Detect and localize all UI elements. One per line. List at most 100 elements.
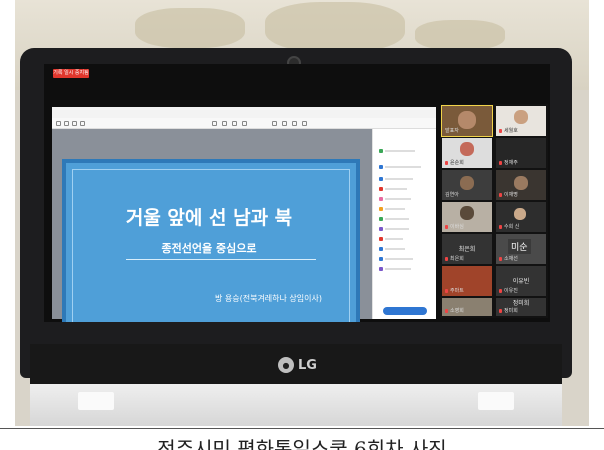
mic-muted-icon (499, 192, 502, 197)
panel-label (385, 207, 405, 210)
photo-caption: 전주시민 평화통일스쿨 6회차 사진 (157, 437, 447, 450)
comment-icon[interactable] (272, 121, 277, 126)
panel-item[interactable] (379, 215, 433, 222)
home-icon[interactable] (56, 121, 61, 126)
panel-item[interactable] (379, 185, 433, 192)
mic-muted-icon (499, 288, 502, 293)
laptop-screen: 기록 일시 중지됨 거울 앞에 선 남과 북 종전선언을 중심으로 방 용승(전… (44, 64, 550, 322)
mic-muted-icon (499, 160, 502, 165)
panel-item[interactable] (379, 265, 433, 272)
participant-tile[interactable]: 세월호 (496, 106, 546, 136)
participant-tile[interactable]: 최은희 최은희 (442, 234, 492, 264)
star-icon[interactable] (64, 121, 69, 126)
print-icon[interactable] (72, 121, 77, 126)
slide-title: 거울 앞에 선 남과 북 (125, 207, 293, 229)
participant-name: 이바심 (445, 223, 464, 230)
photo-frame: 기록 일시 중지됨 거울 앞에 선 남과 북 종전선언을 중심으로 방 용승(전… (0, 0, 604, 450)
panel-label (385, 177, 413, 180)
panel-label (385, 197, 411, 200)
draw-icon[interactable] (292, 121, 297, 126)
participant-video (460, 206, 474, 220)
tool-icon (379, 164, 383, 169)
panel-item[interactable] (379, 195, 433, 202)
panel-label (385, 187, 407, 190)
participant-name: 최은희 (458, 246, 476, 253)
panel-item[interactable] (379, 235, 433, 242)
tool-icon (379, 148, 383, 153)
tool-icon (379, 206, 383, 211)
participant-gallery: 발표자 세월호 윤순희 정재주 김연아 이재명 이바심 수희 신 최은희 최은희… (440, 104, 548, 318)
participant-video (458, 111, 476, 129)
participant-name: 소영희 (445, 307, 464, 314)
slide-subtitle: 종전선언을 중심으로 (161, 242, 257, 255)
tool-icon (379, 266, 383, 271)
lg-emblem-icon: ● (278, 357, 294, 373)
tool-icon (379, 246, 383, 251)
participant-tile[interactable]: 이바심 (442, 202, 492, 232)
laptop-hinge (78, 392, 114, 410)
hand-tool-icon[interactable] (222, 121, 227, 126)
participant-tile[interactable]: 이유빈 이유진 (496, 266, 546, 296)
participant-tile[interactable]: 이재명 (496, 170, 546, 200)
tool-icon (379, 216, 383, 221)
participant-tile[interactable]: 윤순희 (442, 138, 492, 168)
participant-video (460, 142, 474, 156)
participant-tile[interactable]: 주마트 (442, 266, 492, 296)
mic-muted-icon (445, 288, 448, 293)
participant-tile[interactable]: 수희 신 (496, 202, 546, 232)
participant-name: 이재명 (499, 191, 518, 198)
participant-tile[interactable]: 정재주 (496, 138, 546, 168)
shared-screen-window: 거울 앞에 선 남과 북 종전선언을 중심으로 방 용승(전북겨레하나 상임이사… (52, 107, 436, 322)
highlight-icon[interactable] (282, 121, 287, 126)
panel-item[interactable] (379, 163, 433, 170)
tool-icon (379, 236, 383, 241)
panel-item[interactable] (379, 205, 433, 212)
participant-tile[interactable]: 김연아 (442, 170, 492, 200)
document-toolbar (52, 118, 436, 129)
participant-name: 미순 (508, 239, 531, 254)
participant-tile[interactable]: 미순 소재선 (496, 234, 546, 264)
panel-label (385, 165, 421, 168)
participant-name: 소재선 (499, 255, 518, 262)
participant-name: 이유진 (499, 287, 518, 294)
participant-name: 윤순희 (445, 159, 464, 166)
participant-name: 주마트 (445, 287, 464, 294)
participant-name: 정미희 (499, 307, 518, 314)
panel-item[interactable] (379, 147, 433, 154)
mic-muted-icon (445, 160, 448, 165)
map-landmass (415, 20, 505, 50)
document-title-bar (52, 107, 436, 118)
mic-muted-icon (499, 128, 502, 133)
participant-video (460, 176, 474, 190)
cursor-tool-icon[interactable] (212, 121, 217, 126)
tools-side-panel (372, 129, 436, 319)
map-landmass (135, 8, 245, 48)
participant-name: 정미희 (512, 300, 530, 307)
participant-tile[interactable]: 정미희 정미희 (496, 298, 546, 316)
zoom-in-icon[interactable] (242, 121, 247, 126)
participant-tile[interactable]: 발표자 (441, 105, 493, 137)
panel-action-button[interactable] (383, 307, 427, 315)
panel-label (385, 149, 415, 152)
panel-label (385, 227, 409, 230)
laptop-hinge (478, 392, 514, 410)
participant-tile[interactable]: 소영희 (442, 298, 492, 316)
search-icon[interactable] (80, 121, 85, 126)
panel-item[interactable] (379, 225, 433, 232)
participant-name: 정재주 (499, 159, 518, 166)
panel-label (385, 237, 403, 240)
zoom-out-icon[interactable] (232, 121, 237, 126)
panel-item[interactable] (379, 255, 433, 262)
caption-divider (0, 428, 604, 429)
panel-label (385, 217, 409, 220)
participant-name: 이유빈 (512, 278, 530, 285)
panel-item[interactable] (379, 245, 433, 252)
panel-item[interactable] (379, 175, 433, 182)
recording-paused-badge[interactable]: 기록 일시 중지됨 (53, 69, 89, 78)
mic-muted-icon (499, 256, 502, 261)
slide-author: 방 용승(전북겨레하나 상임이사) (214, 294, 322, 303)
map-landmass (265, 2, 405, 52)
sign-icon[interactable] (302, 121, 307, 126)
tool-icon (379, 176, 383, 181)
participant-name: 발표자 (445, 128, 459, 134)
